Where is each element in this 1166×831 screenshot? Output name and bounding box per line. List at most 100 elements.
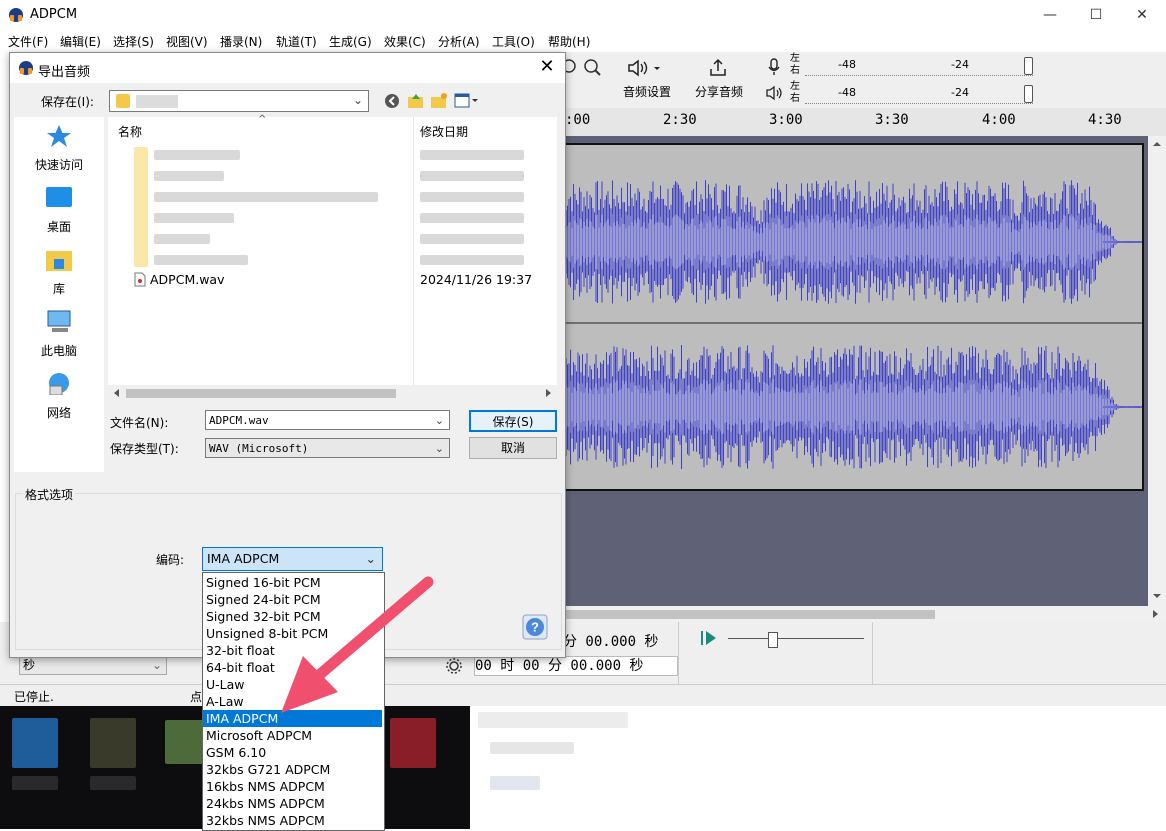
format-options-label: 格式选项 — [23, 486, 76, 503]
save-button[interactable]: 保存(S) — [469, 410, 557, 432]
encoding-option[interactable]: Signed 24-bit PCM — [203, 591, 382, 608]
play-at-speed-icon[interactable] — [700, 629, 718, 647]
playback-speed-slider[interactable] — [728, 638, 864, 639]
share-icon — [710, 58, 726, 76]
star-icon — [47, 125, 71, 147]
menu-select[interactable]: 选择(S) — [113, 33, 154, 50]
time-display[interactable]: 00 时 00 分 00.000 秒 — [474, 656, 678, 676]
encoding-option[interactable]: GSM 6.10 — [203, 744, 382, 761]
dialog-close-icon[interactable]: ✕ — [535, 55, 559, 79]
encoding-label: 编码: — [156, 553, 185, 567]
menu-help[interactable]: 帮助(H) — [548, 33, 590, 50]
meter-slider-handle[interactable] — [1024, 57, 1033, 75]
meter-label: 左右 — [790, 81, 800, 104]
encoding-select[interactable]: IMA ADPCM ⌄ — [202, 547, 383, 571]
filetype-label: 保存类型(T): — [110, 442, 179, 456]
network-icon — [49, 373, 69, 396]
place-quick-access[interactable]: 快速访问 — [14, 123, 104, 173]
snap-select[interactable]: 秒 ⌄ — [19, 655, 167, 675]
encoding-option[interactable]: 32-bit float — [203, 642, 382, 659]
menu-effect[interactable]: 效果(C) — [384, 33, 426, 50]
scroll-thumb[interactable] — [126, 389, 396, 398]
status-text-extra: 点 — [190, 690, 203, 704]
new-folder-icon[interactable] — [430, 92, 448, 110]
encoding-option[interactable]: 16kbs NMS ADPCM — [203, 778, 382, 795]
sort-up-icon: ^ — [258, 114, 267, 125]
encoding-option[interactable]: U-Law — [203, 676, 382, 693]
audio-track[interactable] — [562, 143, 1144, 491]
scroll-thumb[interactable] — [563, 610, 935, 619]
encoding-option[interactable]: IMA ADPCM — [203, 710, 382, 727]
menu-generate[interactable]: 生成(G) — [329, 33, 372, 50]
encoding-option[interactable]: Microsoft ADPCM — [203, 727, 382, 744]
encoding-option[interactable]: A-Law — [203, 693, 382, 710]
filetype-select[interactable]: WAV (Microsoft) ⌄ — [205, 438, 450, 458]
save-in-label: 保存在(I): — [41, 95, 94, 109]
up-folder-icon[interactable] — [407, 92, 425, 110]
menu-view[interactable]: 视图(V) — [166, 33, 208, 50]
minimize-button[interactable]: — — [1027, 0, 1073, 30]
ruler-tick: :00 — [565, 112, 591, 128]
back-icon[interactable] — [384, 93, 400, 109]
computer-icon — [47, 310, 71, 332]
zoom-icons[interactable] — [563, 56, 603, 102]
cancel-button[interactable]: 取消 — [469, 437, 557, 459]
encoding-option[interactable]: 24kbs NMS ADPCM — [203, 795, 382, 812]
place-network[interactable]: 网络 — [14, 371, 104, 421]
waveform — [562, 180, 1142, 469]
export-audio-dialog: 导出音频 ✕ 保存在(I): ⌄ 快速访问 桌面 库 此电脑 网络 名称 ^ 修… — [9, 52, 566, 831]
encoding-option[interactable]: 32kbs NMS ADPCM — [203, 812, 382, 829]
column-date-header[interactable]: 修改日期 — [420, 123, 468, 140]
status-text: 已停止. — [14, 690, 54, 704]
encoding-option[interactable]: 64-bit float — [203, 659, 382, 676]
menu-tools[interactable]: 工具(O) — [492, 33, 535, 50]
encoding-option[interactable]: 32kbs G721 ADPCM — [203, 761, 382, 778]
ruler-tick: 3:30 — [875, 112, 909, 128]
encoding-option[interactable]: Signed 32-bit PCM — [203, 608, 382, 625]
toolbar: 音频设置 分享音频 左右 左右 -48 -24 -48 -24 — [563, 52, 1166, 109]
help-button[interactable]: ? — [522, 614, 548, 640]
view-menu-icon[interactable] — [454, 93, 480, 109]
menu-file[interactable]: 文件(F) — [8, 33, 48, 50]
encoding-option[interactable]: Signed 16-bit PCM — [203, 574, 382, 591]
record-meter[interactable]: -48 -24 — [805, 55, 1033, 76]
places-bar: 快速访问 桌面 库 此电脑 网络 — [14, 117, 104, 472]
menu-tracks[interactable]: 轨道(T) — [276, 33, 317, 50]
ruler-tick: 4:00 — [982, 112, 1016, 128]
svg-text:?: ? — [531, 620, 539, 635]
gear-icon[interactable] — [444, 656, 464, 676]
playback-speaker-icon[interactable] — [766, 85, 784, 101]
speaker-icon — [628, 59, 660, 77]
column-name-header[interactable]: 名称 — [118, 123, 142, 140]
speed-slider-handle[interactable] — [768, 632, 778, 648]
microphone-icon[interactable] — [766, 57, 782, 77]
app-title: ADPCM — [30, 7, 78, 22]
place-desktop[interactable]: 桌面 — [14, 185, 104, 235]
folder-icon — [116, 94, 130, 108]
encoding-dropdown-list[interactable]: Signed 16-bit PCM Signed 24-bit PCM Signed… — [202, 572, 385, 831]
maximize-button[interactable]: ☐ — [1073, 0, 1119, 30]
file-row[interactable]: ADPCM.wav 2024/11/26 19:37 — [108, 270, 548, 290]
save-in-select[interactable]: ⌄ — [109, 90, 369, 112]
place-this-pc[interactable]: 此电脑 — [14, 309, 104, 359]
ruler-tick: 3:00 — [769, 112, 803, 128]
menu-record[interactable]: 播录(N) — [220, 33, 262, 50]
menu-analyze[interactable]: 分析(A) — [438, 33, 480, 50]
horizontal-scrollbar[interactable] — [563, 606, 1166, 623]
share-audio-button[interactable]: 分享音频 — [695, 83, 743, 100]
file-list[interactable]: 名称 ^ 修改日期 ADPCM.wav 2024/11/26 19:37 — [108, 114, 557, 385]
meter-slider-handle[interactable] — [1024, 85, 1033, 103]
chevron-down-icon: ⌄ — [352, 93, 363, 107]
file-list-scrollbar[interactable] — [108, 385, 557, 402]
audio-settings-button[interactable]: 音频设置 — [623, 83, 671, 100]
menu-edit[interactable]: 编辑(E) — [60, 33, 101, 50]
timeline-ruler[interactable]: :00 2:30 3:00 3:30 4:00 4:30 — [563, 108, 1166, 137]
encoding-option[interactable]: Unsigned 8-bit PCM — [203, 625, 382, 642]
place-library[interactable]: 库 — [14, 247, 104, 297]
vertical-scrollbar[interactable] — [1148, 136, 1166, 606]
time-display[interactable]: 分 00.000 秒 — [563, 631, 675, 650]
close-button[interactable]: ✕ — [1119, 0, 1165, 30]
filename-input[interactable]: ADPCM.wav ⌄ — [205, 410, 450, 430]
playback-meter[interactable]: -48 -24 — [805, 83, 1033, 104]
ruler-tick: 2:30 — [663, 112, 697, 128]
